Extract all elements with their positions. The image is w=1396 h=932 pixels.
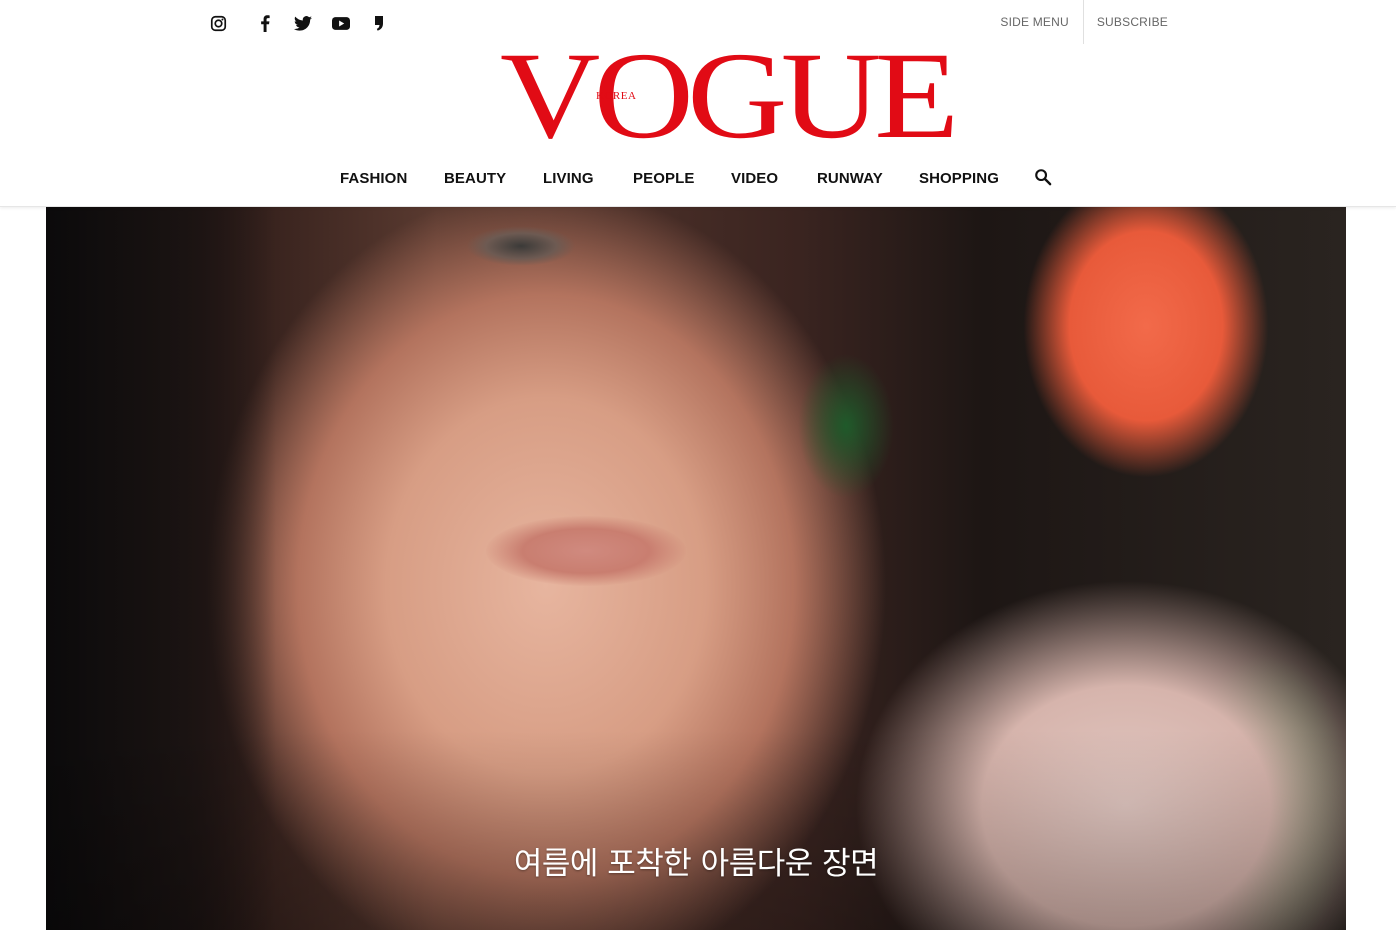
hero-caption[interactable]: 여름에 포착한 아름다운 장면 xyxy=(46,838,1346,883)
nav-item-shopping[interactable]: SHOPPING xyxy=(919,166,999,192)
hero-image-shade xyxy=(46,730,1346,930)
nav-item-living[interactable]: LIVING xyxy=(543,166,594,192)
nav-item-beauty[interactable]: BEAUTY xyxy=(444,166,506,192)
hero-image-lips xyxy=(486,516,686,586)
subscribe-link[interactable]: SUBSCRIBE xyxy=(1084,0,1168,44)
twitter-icon[interactable] xyxy=(284,12,322,34)
hero-feature[interactable]: 여름에 포착한 아름다운 장면 xyxy=(46,206,1346,930)
search-icon[interactable] xyxy=(1034,168,1054,188)
site-header: SIDE MENU SUBSCRIBE VOGUE KOREA FASHION … xyxy=(0,0,1396,207)
nav-item-fashion[interactable]: FASHION xyxy=(340,166,407,192)
top-links: SIDE MENU SUBSCRIBE xyxy=(1000,0,1168,44)
hero-image-eye xyxy=(466,226,576,266)
main-nav: FASHION BEAUTY LIVING PEOPLE VIDEO RUNWA… xyxy=(0,166,1396,192)
nav-item-people[interactable]: PEOPLE xyxy=(633,166,694,192)
facebook-icon[interactable] xyxy=(246,12,284,34)
youtube-icon[interactable] xyxy=(322,12,360,34)
instagram-icon[interactable] xyxy=(208,12,228,34)
comma-icon[interactable] xyxy=(360,12,398,34)
logo-wordmark: VOGUE xyxy=(500,27,959,164)
logo-korea-label: KOREA xyxy=(596,90,637,102)
nav-item-video[interactable]: VIDEO xyxy=(731,166,778,192)
side-menu-link[interactable]: SIDE MENU xyxy=(1000,0,1084,44)
social-links xyxy=(208,12,398,34)
nav-item-runway[interactable]: RUNWAY xyxy=(817,166,883,192)
vogue-logo[interactable]: VOGUE KOREA xyxy=(500,34,959,158)
